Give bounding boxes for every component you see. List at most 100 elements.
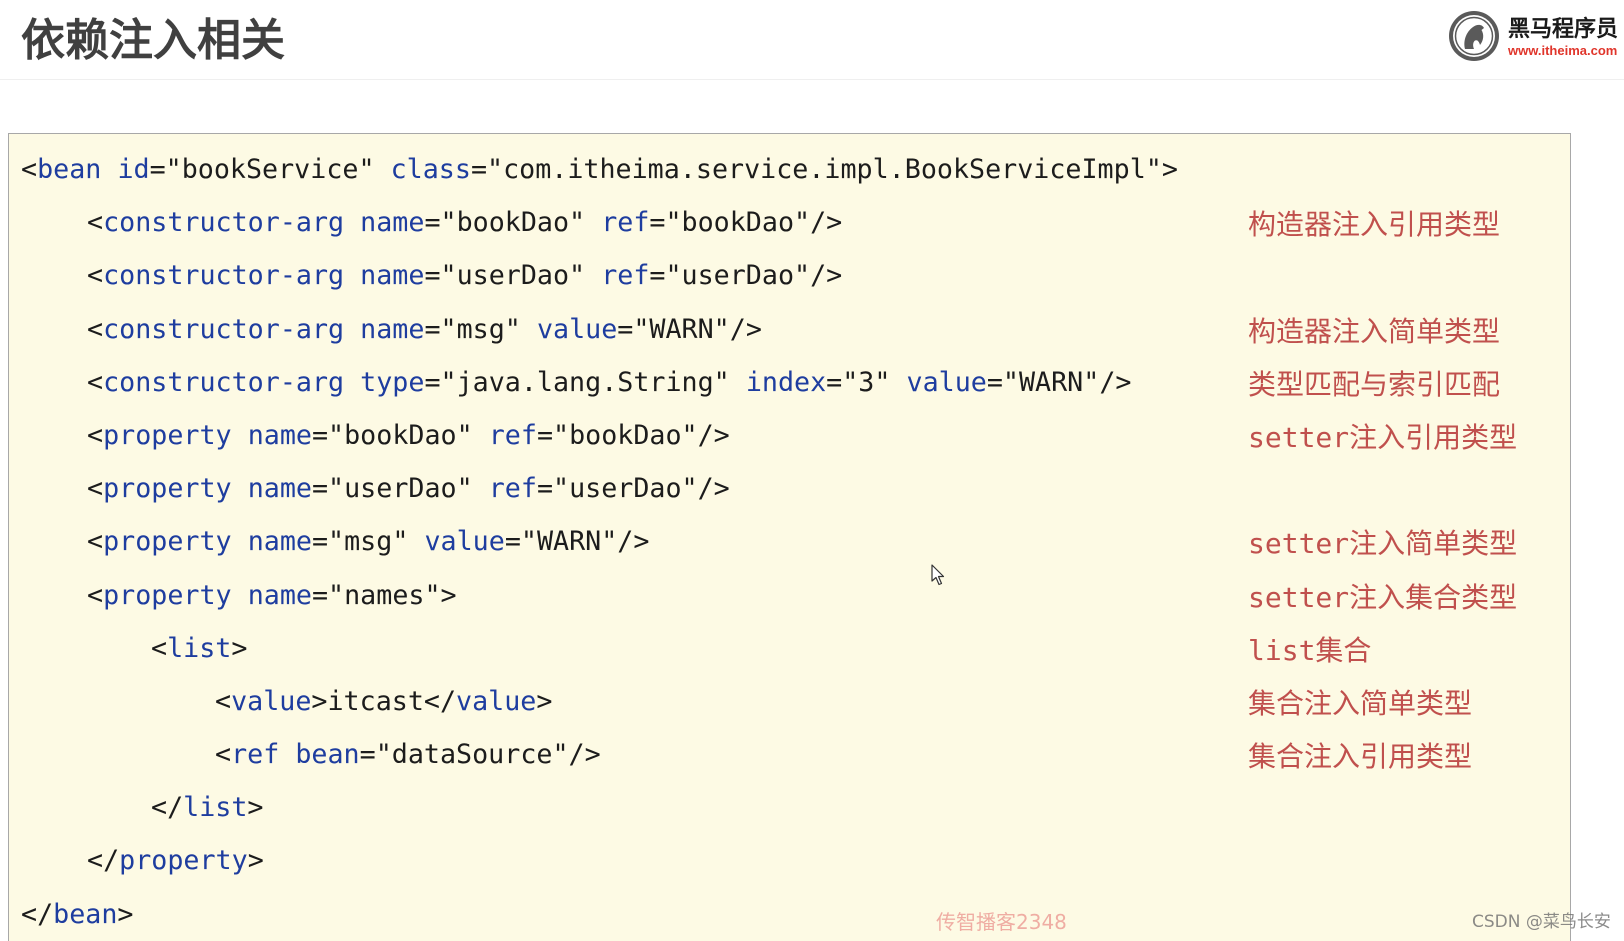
code-plain-token: < (87, 419, 104, 451)
code-line: <property name="msg" value="WARN"/> sett… (9, 515, 1570, 568)
code-name-token: ref (488, 419, 537, 451)
code-annotation: setter注入简单类型 (1248, 527, 1518, 561)
code-plain-token: ="msg" (424, 313, 537, 345)
code-plain-token (232, 580, 248, 611)
code-line: <value>itcast</value> 集合注入简单类型 (9, 675, 1570, 728)
code-plain-token: </ (151, 792, 184, 824)
code-line-text: <value>itcast</value> (215, 675, 552, 728)
code-annotation: 类型匹配与索引匹配 (1248, 367, 1501, 401)
horse-logo-icon (1449, 11, 1499, 61)
code-name-token: constructor-arg (103, 207, 345, 239)
code-annotation: setter注入集合类型 (1248, 580, 1518, 614)
watermark-text: 传智播客2348 (936, 910, 1067, 934)
code-name-token: constructor-arg (103, 366, 345, 398)
code-annotation: setter注入引用类型 (1248, 420, 1518, 454)
code-plain-token: ="WARN"/> (986, 366, 1132, 398)
code-name-token: bean (53, 898, 118, 930)
code-name-token: value (536, 313, 618, 345)
code-line: <property name="userDao" ref="userDao"/> (9, 462, 1570, 515)
code-plain-token: ="bookService" (149, 154, 391, 185)
code-name-token: index (745, 366, 827, 398)
code-name-token: property (103, 579, 232, 611)
code-plain-token: ="bookDao" (311, 419, 489, 451)
code-plain-token (344, 260, 360, 291)
brand-url: www.itheima.com (1508, 43, 1618, 58)
code-name-token: name (247, 579, 312, 611)
code-name-token: value (456, 685, 537, 717)
code-line-text: <property name="bookDao" ref="bookDao"/> (87, 409, 730, 462)
code-plain-token (232, 473, 248, 504)
code-name-token: list (167, 632, 232, 664)
code-plain-token (344, 367, 360, 398)
code-name-token: value (231, 685, 312, 717)
code-name-token: property (103, 526, 232, 558)
code-line-text: <property name="names"> (87, 569, 457, 622)
code-plain-token: ="userDao"/> (649, 260, 843, 292)
code-line: <property name="names"> setter注入集合类型 (9, 569, 1570, 622)
code-plain-token: < (87, 473, 104, 505)
code-name-token: class (390, 154, 471, 185)
code-plain-token: ="names"> (311, 579, 457, 611)
code-line: </property> (9, 834, 1570, 887)
code-annotation: 集合注入简单类型 (1248, 686, 1473, 720)
code-line-text: </bean> (21, 888, 134, 941)
code-name-token: property (103, 473, 232, 505)
code-plain-token: ="userDao"/> (536, 473, 730, 505)
code-plain-token: < (151, 632, 168, 664)
code-name-token: property (119, 845, 248, 877)
code-plain-token: >itcast</ (311, 685, 457, 717)
code-plain-token: ="msg" (311, 526, 425, 558)
code-line: <constructor-arg name="userDao" ref="use… (9, 249, 1570, 302)
code-name-token: bean (295, 739, 360, 771)
code-name-token: name (360, 260, 425, 292)
code-name-token: constructor-arg (103, 313, 345, 345)
code-line: <property name="bookDao" ref="bookDao"/>… (9, 409, 1570, 462)
code-plain-token (344, 207, 360, 238)
code-line-text: <property name="msg" value="WARN"/> (87, 515, 649, 568)
code-line-text: <list> (151, 622, 247, 675)
code-line-text: <bean id="bookService" class="com.itheim… (21, 143, 1178, 196)
code-plain-token: > (247, 845, 264, 877)
code-plain-token (232, 526, 248, 557)
code-line-text: </property> (87, 834, 264, 887)
code-annotation: 集合注入引用类型 (1248, 740, 1473, 774)
code-line-text: </list> (151, 781, 264, 834)
code-annotation: 构造器注入简单类型 (1248, 314, 1501, 348)
code-plain-token: ="3" (826, 366, 907, 398)
code-plain-token: ="userDao" (311, 473, 489, 505)
code-plain-token: ="bookDao"/> (536, 419, 730, 451)
code-line: <ref bean="dataSource"/> 集合注入引用类型 (9, 728, 1570, 781)
code-line-text: <ref bean="dataSource"/> (215, 728, 601, 781)
code-line: <constructor-arg name="bookDao" ref="boo… (9, 196, 1570, 249)
code-line-text: <constructor-arg type="java.lang.String"… (87, 356, 1131, 409)
code-plain-token: < (87, 313, 104, 345)
code-line-text: <constructor-arg name="msg" value="WARN"… (87, 303, 762, 356)
code-name-token: ref (231, 739, 280, 771)
code-plain-token: > (117, 898, 134, 930)
mouse-pointer-icon (931, 564, 945, 586)
code-name-token: type (360, 366, 425, 398)
code-plain-token: </ (87, 845, 120, 877)
code-name-token: ref (488, 473, 537, 505)
code-plain-token: < (21, 154, 38, 185)
code-line-text: <constructor-arg name="userDao" ref="use… (87, 249, 842, 302)
code-plain-token: ="dataSource"/> (359, 739, 601, 771)
code-name-token: constructor-arg (103, 260, 345, 292)
code-plain-token: < (215, 685, 232, 717)
code-plain-token: < (87, 366, 104, 398)
code-line: <list> list集合 (9, 622, 1570, 675)
code-name-token: value (906, 366, 987, 398)
code-name-token: name (360, 207, 425, 239)
code-line: <bean id="bookService" class="com.itheim… (9, 143, 1570, 196)
code-name-token: ref (601, 207, 650, 239)
code-name-token: id (117, 154, 150, 185)
brand-name: 黑马程序员 (1508, 17, 1619, 42)
code-plain-token: ="java.lang.String" (424, 366, 746, 398)
code-plain-token: ="bookDao" (424, 207, 602, 239)
code-name-token: name (247, 419, 312, 451)
code-plain-token: > (231, 632, 248, 664)
code-name-token: ref (601, 260, 650, 292)
code-block: <bean id="bookService" class="com.itheim… (8, 133, 1571, 941)
code-plain-token: > (536, 685, 553, 717)
code-plain-token (101, 154, 117, 185)
